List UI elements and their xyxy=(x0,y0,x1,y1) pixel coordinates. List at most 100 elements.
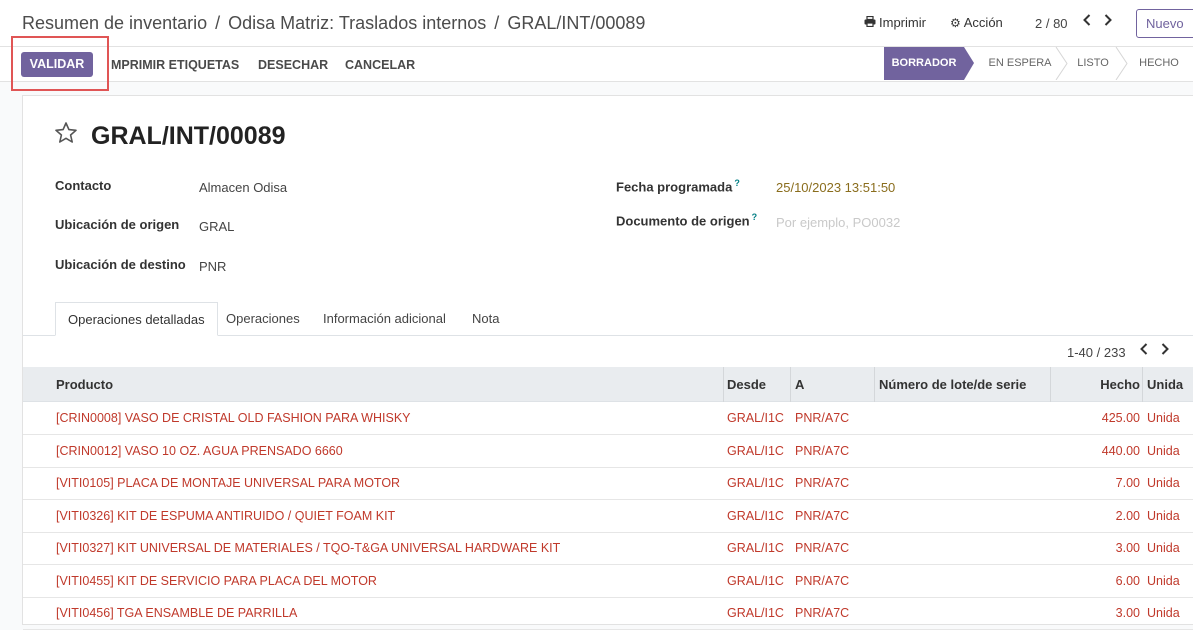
list-pager[interactable]: 1-40 / 233 xyxy=(1067,345,1126,360)
cell-to: PNR/A7C xyxy=(795,476,850,490)
column-divider xyxy=(723,367,724,402)
scheduled-date-field[interactable]: 25/10/2023 13:51:50 xyxy=(776,180,895,195)
table-row[interactable]: [VITI0327] KIT UNIVERSAL DE MATERIALES /… xyxy=(23,532,1193,565)
cell-from: GRAL/I1C xyxy=(727,573,784,588)
print-labels-button[interactable]: MPRIMIR ETIQUETAS xyxy=(111,58,239,72)
discard-button[interactable]: DESECHAR xyxy=(258,58,328,72)
column-header-done[interactable]: Hecho xyxy=(1053,367,1140,402)
form-header: VALIDAR MPRIMIR ETIQUETAS DESECHAR CANCE… xyxy=(0,47,1193,82)
cell-product: [CRIN0008] VASO DE CRISTAL OLD FASHION P… xyxy=(56,411,411,425)
column-header-product[interactable]: Producto xyxy=(56,367,113,402)
cell-uom: Unida xyxy=(1147,541,1180,555)
origin-location-label: Ubicación de origen xyxy=(55,217,180,232)
record-pager[interactable]: 2 / 80 xyxy=(1035,16,1068,31)
column-header-lot[interactable]: Número de lote/de serie xyxy=(879,367,1026,402)
cell-from: GRAL/I1C xyxy=(727,476,784,490)
breadcrumb-separator: / xyxy=(494,13,500,33)
print-icon xyxy=(864,15,876,30)
cell-done: 6.00 xyxy=(1115,573,1140,588)
cell-uom: Unida xyxy=(1147,411,1180,425)
table-row[interactable]: [VITI0455] KIT DE SERVICIO PARA PLACA DE… xyxy=(23,565,1193,598)
destination-location-field[interactable]: PNR xyxy=(199,259,226,274)
status-divider xyxy=(1055,47,1068,80)
status-stage-done[interactable]: HECHO xyxy=(1134,47,1184,80)
favorite-star-icon[interactable] xyxy=(54,121,78,152)
table-row[interactable]: [VITI0456] TGA ENSAMBLE DE PARRILLA GRAL/… xyxy=(23,597,1193,630)
cell-to: PNR/A7C xyxy=(795,541,850,555)
status-arrow xyxy=(964,47,974,80)
cell-uom: Unida xyxy=(1147,508,1180,523)
cell-lot xyxy=(879,597,1047,629)
status-stage-draft[interactable]: BORRADOR xyxy=(884,47,964,80)
cell-uom: Unida xyxy=(1147,443,1180,458)
cell-to: PNR/A7C xyxy=(795,606,850,620)
source-document-label: Documento de origen? xyxy=(616,212,758,229)
cell-product: [VITI0327] KIT UNIVERSAL DE MATERIALES /… xyxy=(56,541,561,555)
column-header-to[interactable]: A xyxy=(795,367,804,402)
new-button[interactable]: Nuevo xyxy=(1136,9,1193,38)
tab-note[interactable]: Nota xyxy=(472,302,499,336)
cell-lot xyxy=(879,500,1047,532)
source-document-field[interactable]: Por ejemplo, PO0032 xyxy=(776,215,900,230)
gear-icon: ⚙ xyxy=(950,16,961,30)
cell-product: [CRIN0012] VASO 10 OZ. AGUA PRENSADO 666… xyxy=(56,443,343,458)
status-stage-ready[interactable]: LISTO xyxy=(1070,47,1116,80)
cell-from: GRAL/I1C xyxy=(727,411,784,425)
action-label: Acción xyxy=(963,15,1003,30)
chevron-left-icon xyxy=(1083,13,1091,29)
cell-uom: Unida xyxy=(1147,476,1180,490)
table-row[interactable]: [CRIN0012] VASO 10 OZ. AGUA PRENSADO 666… xyxy=(23,435,1193,468)
column-header-uom[interactable]: Unida xyxy=(1147,367,1183,402)
cell-done: 3.00 xyxy=(1115,541,1140,555)
tab-detailed-operations[interactable]: Operaciones detalladas xyxy=(55,302,218,336)
cell-product: [VITI0456] TGA ENSAMBLE DE PARRILLA xyxy=(56,606,298,620)
cell-from: GRAL/I1C xyxy=(727,508,784,523)
status-stage-waiting[interactable]: EN ESPERA xyxy=(982,47,1058,80)
cell-uom: Unida xyxy=(1147,606,1180,620)
column-divider xyxy=(790,367,791,402)
scheduled-date-label: Fecha programada? xyxy=(616,178,740,195)
help-icon[interactable]: ? xyxy=(734,178,740,188)
action-button[interactable]: ⚙ Acción xyxy=(950,15,1003,30)
cell-to: PNR/A7C xyxy=(795,411,850,425)
cell-lot xyxy=(879,532,1047,564)
breadcrumb-item-internal-transfers[interactable]: Odisa Matriz: Traslados internos xyxy=(228,13,486,33)
table-row[interactable]: [VITI0326] KIT DE ESPUMA ANTIRUIDO / QUI… xyxy=(23,500,1193,533)
cell-lot xyxy=(879,467,1047,499)
destination-location-label: Ubicación de destino xyxy=(55,257,186,272)
table-row[interactable]: [VITI0105] PLACA DE MONTAJE UNIVERSAL PA… xyxy=(23,467,1193,500)
breadcrumb-item-inventory[interactable]: Resumen de inventario xyxy=(22,13,207,33)
notebook-tabs: Operaciones detalladas Operaciones Infor… xyxy=(23,302,1193,336)
list-pager-previous-button[interactable] xyxy=(1140,342,1148,358)
help-icon[interactable]: ? xyxy=(752,212,758,222)
contact-field[interactable]: Almacen Odisa xyxy=(199,180,287,195)
cell-from: GRAL/I1C xyxy=(727,443,784,458)
cell-product: [VITI0326] KIT DE ESPUMA ANTIRUIDO / QUI… xyxy=(56,508,396,523)
chevron-right-icon xyxy=(1104,13,1112,29)
cancel-button[interactable]: CANCELAR xyxy=(345,58,415,72)
column-divider xyxy=(1142,367,1143,402)
table-row[interactable]: [CRIN0008] VASO DE CRISTAL OLD FASHION P… xyxy=(23,402,1193,435)
chevron-right-icon xyxy=(1161,342,1169,358)
tab-additional-info[interactable]: Información adicional xyxy=(323,302,446,336)
origin-location-field[interactable]: GRAL xyxy=(199,219,234,234)
status-divider xyxy=(1115,47,1128,80)
cell-to: PNR/A7C xyxy=(795,573,850,588)
cell-lot xyxy=(879,435,1047,467)
pager-next-button[interactable] xyxy=(1104,13,1112,29)
cell-lot xyxy=(879,402,1047,434)
breadcrumb: Resumen de inventario / Odisa Matriz: Tr… xyxy=(22,13,645,34)
table-header: Producto Desde A Número de lote/de serie… xyxy=(23,367,1193,402)
breadcrumb-current: GRAL/INT/00089 xyxy=(507,13,646,33)
tab-operations[interactable]: Operaciones xyxy=(226,302,300,336)
cell-done: 440.00 xyxy=(1101,443,1140,458)
list-pager-next-button[interactable] xyxy=(1161,342,1169,358)
column-header-from[interactable]: Desde xyxy=(727,367,766,402)
cell-done: 7.00 xyxy=(1115,476,1140,490)
print-button[interactable]: Imprimir xyxy=(864,15,926,30)
pager-previous-button[interactable] xyxy=(1083,13,1091,29)
form-sheet: GRAL/INT/00089 Contacto Almacen Odisa Ub… xyxy=(22,95,1193,630)
cell-uom: Unida xyxy=(1147,573,1180,588)
validate-button[interactable]: VALIDAR xyxy=(21,52,93,77)
column-divider xyxy=(1050,367,1051,402)
